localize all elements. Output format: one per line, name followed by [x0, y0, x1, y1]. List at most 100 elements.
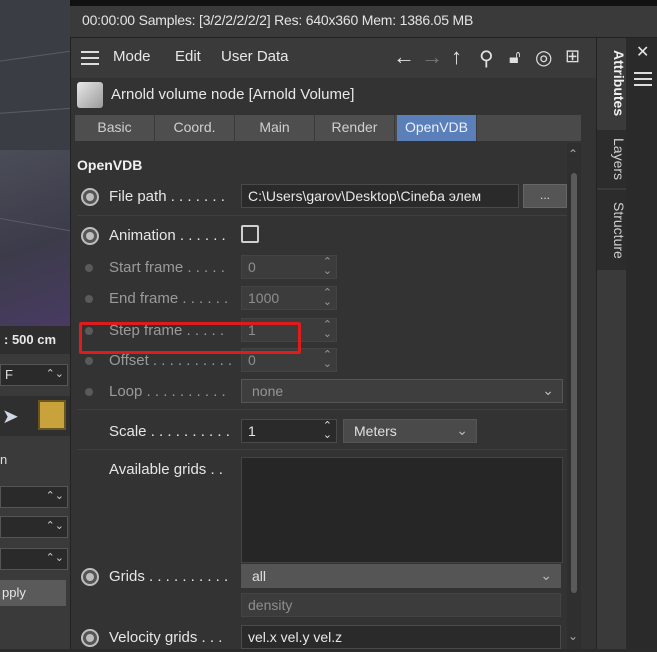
attribute-menubar: Mode Edit User Data ← → ↑ ⚲ 🔓︎ ◎ ⊞	[71, 38, 597, 78]
animate-dot[interactable]	[85, 357, 93, 365]
spinner-icon[interactable]: ⌃ ⌄	[323, 421, 332, 441]
chevron-up-icon[interactable]: ⌃	[568, 147, 578, 161]
attribute-tabs: Basic Coord. Main Render OpenVDB	[75, 115, 581, 141]
animate-radio[interactable]	[81, 629, 99, 647]
scale-unit-dropdown[interactable]: Meters ⌄	[343, 419, 477, 443]
tab-render[interactable]: Render	[315, 115, 395, 141]
scrollbar[interactable]: ⌃ ⌄	[567, 143, 581, 649]
animate-dot[interactable]	[85, 388, 93, 396]
spinner-icon[interactable]: ⌃ ⌄	[323, 320, 332, 340]
spinner-icon[interactable]: ⌃ ⌄	[323, 350, 332, 370]
apply-button[interactable]: pply	[0, 580, 66, 606]
start-frame-value: 0	[248, 259, 256, 275]
offset-label: Offset . . . . . . . . . .	[109, 352, 233, 369]
animation-label: Animation . . . . . .	[109, 227, 226, 244]
scale-input[interactable]: 1 ⌃ ⌄	[241, 419, 337, 443]
param-velocity-grids: Velocity grids . . . vel.x vel.y vel.z	[71, 622, 567, 652]
back-arrow-icon[interactable]: ←	[393, 44, 415, 70]
param-end-frame: End frame . . . . . . 1000 ⌃ ⌄	[71, 283, 567, 313]
forward-arrow-icon[interactable]: →	[421, 44, 443, 70]
velocity-grids-label: Velocity grids . . .	[109, 629, 223, 646]
loop-label: Loop . . . . . . . . . .	[109, 383, 226, 400]
lock-icon[interactable]: 🔓︎	[509, 47, 521, 68]
grids-label: Grids . . . . . . . . . .	[109, 568, 229, 585]
param-loop: Loop . . . . . . . . . . none ⌄	[71, 376, 567, 406]
left-field-3[interactable]: ⌃⌄	[0, 548, 68, 570]
param-available-grids: Available grids . .	[71, 457, 567, 567]
animation-checkbox[interactable]	[241, 225, 259, 243]
available-grids-label: Available grids . .	[109, 461, 223, 478]
tab-basic[interactable]: Basic	[75, 115, 155, 141]
param-scale: Scale . . . . . . . . . . 1 ⌃ ⌄ Meters ⌄	[71, 416, 567, 446]
target-icon[interactable]: ◎	[535, 45, 552, 70]
end-frame-input[interactable]: 1000 ⌃ ⌄	[241, 286, 337, 310]
menu-mode[interactable]: Mode	[113, 48, 151, 65]
spinner-icon[interactable]: ⌃ ⌄	[323, 257, 332, 277]
search-icon[interactable]: ⚲	[479, 46, 494, 71]
grids-dropdown[interactable]: all ⌄	[241, 564, 561, 588]
velocity-grids-input[interactable]: vel.x vel.y vel.z	[241, 625, 561, 649]
animate-radio[interactable]	[81, 227, 99, 245]
tab-coord[interactable]: Coord.	[155, 115, 235, 141]
object-title: Arnold volume node [Arnold Volume]	[111, 86, 355, 103]
hamburger-icon[interactable]	[81, 51, 99, 65]
hamburger-icon[interactable]	[634, 72, 652, 86]
right-edge-panel: ✕	[626, 38, 657, 649]
new-window-icon[interactable]: ⊞	[565, 46, 580, 67]
animate-radio[interactable]	[81, 568, 99, 586]
tab-main[interactable]: Main	[235, 115, 315, 141]
cursor-sound-icon[interactable]: ➤	[2, 404, 19, 429]
grids-density-field: density	[241, 593, 561, 617]
param-animation: Animation . . . . . .	[71, 220, 567, 250]
loop-value: none	[252, 383, 284, 399]
side-tab-attributes[interactable]: Attributes	[597, 38, 627, 128]
spinner-icon: ⌃⌄	[45, 368, 64, 380]
left-label: n	[0, 452, 8, 467]
loop-dropdown[interactable]: none ⌄	[241, 379, 563, 403]
chevron-down-icon: ⌄	[540, 567, 552, 583]
render-status-text: 00:00:00 Samples: [3/2/2/2/2/2] Res: 640…	[82, 12, 474, 28]
animate-radio[interactable]	[81, 188, 99, 206]
start-frame-label: Start frame . . . . .	[109, 259, 225, 276]
scale-value: 1	[248, 423, 256, 439]
chevron-down-icon[interactable]: ⌄	[568, 629, 578, 643]
left-dropdown-value: F	[5, 367, 13, 382]
menu-user-data[interactable]: User Data	[221, 48, 289, 65]
attribute-content: OpenVDB File path . . . . . . . C:\Users…	[71, 143, 581, 649]
render-status-bar: 00:00:00 Samples: [3/2/2/2/2/2] Res: 640…	[70, 0, 657, 38]
animate-dot[interactable]	[85, 264, 93, 272]
annotation-highlight-box	[79, 322, 301, 354]
side-tabs: Attributes Layers Structure	[596, 38, 627, 649]
viewport[interactable]	[0, 0, 70, 340]
animate-dot[interactable]	[85, 295, 93, 303]
left-dropdown[interactable]: F ⌃⌄	[0, 364, 68, 386]
chevron-down-icon: ⌄	[542, 382, 554, 398]
scale-unit-value: Meters	[354, 423, 397, 439]
spinner-icon[interactable]: ⌃ ⌄	[323, 288, 332, 308]
scale-label: Scale . . . . . . . . . .	[109, 423, 230, 440]
start-frame-input[interactable]: 0 ⌃ ⌄	[241, 255, 337, 279]
spinner-icon: ⌃⌄	[45, 552, 64, 564]
volume-object-icon	[77, 82, 103, 108]
tool-icons-row: ➤	[0, 396, 70, 436]
left-field-1[interactable]: ⌃⌄	[0, 486, 68, 508]
offset-value: 0	[248, 352, 256, 368]
available-grids-list[interactable]	[241, 457, 563, 563]
side-tab-structure[interactable]: Structure	[597, 190, 627, 270]
tab-openvdb[interactable]: OpenVDB	[397, 115, 477, 141]
scroll-thumb[interactable]	[571, 173, 577, 593]
file-path-input[interactable]: C:\Users\garov\Desktop\Cineɓa элем	[241, 184, 519, 208]
end-frame-value: 1000	[248, 290, 280, 306]
menu-edit[interactable]: Edit	[175, 48, 201, 65]
up-arrow-icon[interactable]: ↑	[451, 44, 462, 70]
film-icon[interactable]	[38, 400, 66, 430]
browse-button[interactable]: ...	[523, 184, 567, 208]
left-field-2[interactable]: ⌃⌄	[0, 516, 68, 538]
side-tab-layers[interactable]: Layers	[597, 130, 627, 188]
chevron-down-icon: ⌄	[456, 422, 468, 438]
close-icon[interactable]: ✕	[636, 42, 649, 62]
file-path-label: File path . . . . . . .	[109, 188, 225, 205]
attribute-manager: Mode Edit User Data ← → ↑ ⚲ 🔓︎ ◎ ⊞ Arnol…	[70, 38, 597, 649]
param-grids: Grids . . . . . . . . . . all ⌄	[71, 561, 567, 591]
viewport-distance-label: : 500 cm	[0, 326, 70, 354]
